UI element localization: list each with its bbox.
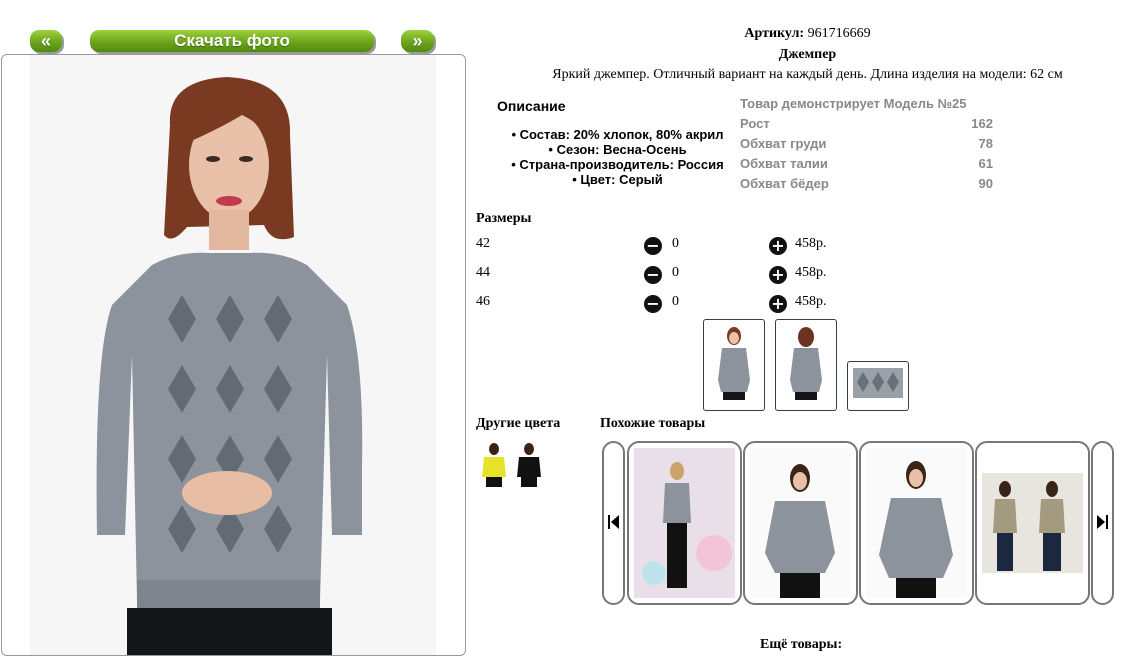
skip-back-icon — [608, 515, 619, 529]
minus-icon[interactable]: − — [644, 237, 662, 255]
description-item: • Цвет: Серый — [572, 172, 663, 187]
model-row: Обхват талии 61 — [740, 156, 993, 171]
similar-product-card[interactable] — [743, 441, 858, 605]
other-colors-title: Другие цвета — [476, 416, 561, 431]
model-measurements: Товар демонстрирует Модель №25 Рост 162 О… — [740, 96, 993, 196]
size-label: 44 — [476, 265, 490, 280]
more-products-title: Ещё товары: — [760, 637, 843, 652]
skip-forward-icon — [1097, 515, 1108, 529]
size-price: 458р. — [795, 294, 827, 309]
product-name: Джемпер — [778, 47, 837, 62]
minus-icon[interactable]: − — [644, 295, 662, 313]
model-row: Обхват груди 78 — [740, 136, 993, 151]
description-title: Описание — [497, 98, 566, 114]
size-row: 44 − 0 + 458р. — [476, 265, 876, 285]
size-label: 46 — [476, 294, 490, 309]
color-swatch-yellow[interactable] — [478, 441, 510, 487]
size-price: 458р. — [795, 236, 827, 251]
prev-photo-button[interactable]: « — [30, 30, 62, 52]
size-qty: 0 — [672, 265, 679, 280]
size-label: 42 — [476, 236, 490, 251]
sizes-title: Размеры — [476, 211, 532, 226]
similar-product-card[interactable] — [859, 441, 974, 605]
model-title: Товар демонстрирует Модель №25 — [740, 96, 967, 111]
sku-label: Артикул: — [744, 26, 805, 41]
size-qty: 0 — [672, 294, 679, 309]
product-tagline: Яркий джемпер. Отличный вариант на кажды… — [552, 67, 1063, 82]
photo-thumbnail-back[interactable] — [775, 319, 837, 411]
description-item: • Состав: 20% хлопок, 80% акрил — [511, 127, 724, 142]
sku-value: 961716669 — [807, 26, 871, 41]
model-row: Рост 162 — [740, 116, 993, 131]
description-item: • Сезон: Весна-Осень — [548, 142, 687, 157]
size-row: 46 − 0 + 458р. — [476, 294, 876, 314]
carousel-prev-button[interactable] — [602, 441, 625, 605]
model-row: Обхват бёдер 90 — [740, 176, 993, 191]
main-product-photo[interactable] — [2, 55, 465, 655]
similar-products-title: Похожие товары — [600, 416, 706, 431]
photo-thumbnail-detail[interactable] — [847, 361, 909, 411]
plus-icon[interactable]: + — [769, 266, 787, 284]
description-item: • Страна-производитель: Россия — [511, 157, 724, 172]
plus-icon[interactable]: + — [769, 295, 787, 313]
similar-product-card[interactable] — [975, 441, 1090, 605]
minus-icon[interactable]: − — [644, 266, 662, 284]
plus-icon[interactable]: + — [769, 237, 787, 255]
color-swatch-black[interactable] — [515, 441, 543, 487]
main-photo-frame — [1, 54, 466, 656]
carousel-next-button[interactable] — [1091, 441, 1114, 605]
download-photo-button[interactable]: Скачать фото — [90, 30, 374, 52]
size-price: 458р. — [795, 265, 827, 280]
size-row: 42 − 0 + 458р. — [476, 236, 876, 256]
sku-line: Артикул: 961716669 — [470, 26, 1127, 42]
photo-thumbnail-front[interactable] — [703, 319, 765, 411]
size-qty: 0 — [672, 236, 679, 251]
next-photo-button[interactable]: » — [401, 30, 434, 52]
similar-product-card[interactable] — [627, 441, 742, 605]
description-list: • Состав: 20% хлопок, 80% акрил • Сезон:… — [495, 127, 740, 187]
